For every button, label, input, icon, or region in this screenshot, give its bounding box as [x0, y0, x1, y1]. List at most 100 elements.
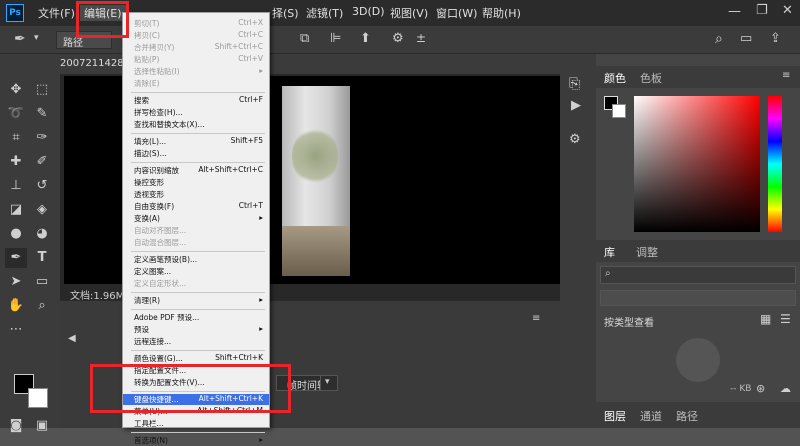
healing-brush-tool-icon[interactable]: ✚	[5, 152, 27, 172]
pen-tool-button[interactable]: ✒	[5, 248, 27, 268]
edit-menu-item[interactable]: 透视变形	[123, 189, 269, 200]
path-select-tool-icon[interactable]: ➤	[5, 272, 27, 292]
tab-adjustments[interactable]: 调整	[636, 244, 658, 260]
play-icon[interactable]: ◀	[68, 333, 76, 344]
chevron-down-icon[interactable]: ▾	[34, 33, 39, 43]
menu-select[interactable]: 择(S)	[272, 5, 299, 21]
library-select[interactable]	[600, 290, 796, 306]
marquee-tool-icon[interactable]: ⬚	[31, 80, 53, 100]
edit-menu-item[interactable]: 操控变形	[123, 177, 269, 188]
eyedropper-tool-icon[interactable]: ✑	[31, 128, 53, 148]
edit-menu-item[interactable]: Adobe PDF 预设...	[123, 312, 269, 323]
history-brush-tool-icon[interactable]: ↺	[31, 176, 53, 196]
workspace-icon[interactable]: ▭	[740, 31, 752, 46]
edit-menu-item[interactable]: 远程连接...	[123, 336, 269, 347]
edit-menu-item[interactable]: 选择性粘贴(I) ▸	[123, 66, 269, 77]
menu-file[interactable]: 文件(F)	[38, 5, 75, 21]
menu-filter[interactable]: 滤镜(T)	[306, 5, 343, 21]
lasso-tool-icon[interactable]: ➰	[5, 104, 27, 124]
minimize-icon[interactable]: —	[728, 4, 741, 19]
brush-tool-icon[interactable]: ✐	[31, 152, 53, 172]
actions-play-icon[interactable]: ▶	[571, 98, 581, 113]
gear-icon[interactable]: ⚙	[392, 31, 404, 46]
properties-icon[interactable]: ⚙	[569, 132, 581, 147]
menu-help[interactable]: 帮助(H)	[482, 5, 521, 21]
edit-menu-item[interactable]: 自动混合图层...	[123, 237, 269, 248]
tab-layers[interactable]: 图层	[604, 408, 626, 424]
edit-menu-item[interactable]: 清除(E)	[123, 78, 269, 89]
edit-menu-item[interactable]: 自由变换(F) Ctrl+T	[123, 201, 269, 212]
background-color-swatch[interactable]	[28, 388, 48, 408]
panel-menu-icon[interactable]: ≡	[532, 313, 540, 324]
edit-menu-item[interactable]: 自动对齐图层...	[123, 225, 269, 236]
menu-separator	[131, 133, 265, 134]
menu-window[interactable]: 窗口(W)	[436, 5, 477, 21]
edit-menu-item[interactable]: 内容识别缩放 Alt+Shift+Ctrl+C	[123, 165, 269, 176]
paint-bucket-tool-icon[interactable]: ◈	[31, 200, 53, 220]
edit-menu-item[interactable]: 剪切(T) Ctrl+X	[123, 18, 269, 29]
edit-menu-item[interactable]: 工具栏...	[123, 418, 269, 429]
panel-menu-icon[interactable]: ≡	[782, 70, 790, 81]
grid-view-icon[interactable]: ▦	[760, 312, 771, 326]
tab-paths[interactable]: 路径	[676, 408, 698, 424]
type-tool-icon[interactable]: T	[31, 248, 53, 268]
quick-select-tool-icon[interactable]: ✎	[31, 104, 53, 124]
share-icon[interactable]: ⇪	[770, 31, 781, 46]
menu-3d[interactable]: 3D(D)	[352, 5, 385, 18]
edit-menu-item[interactable]: 清理(R) ▸	[123, 295, 269, 306]
tab-channels[interactable]: 通道	[640, 408, 662, 424]
edit-menu-item[interactable]: 预设 ▸	[123, 324, 269, 335]
edit-menu-item-label: 搜索	[134, 96, 149, 105]
list-view-icon[interactable]: ☰	[780, 312, 791, 326]
quick-mask-icon[interactable]: ◙	[5, 416, 27, 436]
crop-tool-icon[interactable]: ⌗	[5, 128, 27, 148]
edit-menu-item[interactable]: 拼写检查(H)...	[123, 107, 269, 118]
screen-mode-icon[interactable]: ▣	[31, 416, 53, 436]
hue-slider[interactable]	[768, 96, 782, 232]
history-icon[interactable]: ⎘	[569, 76, 580, 92]
edit-menu-item[interactable]: 定义自定形状...	[123, 278, 269, 289]
edit-menu-item[interactable]: 首选项(N) ▸	[123, 435, 269, 446]
cloud-icon[interactable]: ☁	[780, 382, 791, 395]
library-view-label[interactable]: 按类型查看	[604, 314, 654, 329]
edit-menu-item[interactable]: 合并拷贝(Y) Shift+Ctrl+C	[123, 42, 269, 53]
color-field[interactable]	[634, 96, 760, 232]
edit-menu-item[interactable]: 填充(L)... Shift+F5	[123, 136, 269, 147]
edit-menu-item[interactable]: 描边(S)...	[123, 148, 269, 159]
eraser-tool-icon[interactable]: ◪	[5, 200, 27, 220]
hand-tool-icon[interactable]: ✋	[5, 296, 27, 316]
maximize-icon[interactable]: ❐	[756, 3, 768, 18]
path-align-icon[interactable]: ⊫	[330, 31, 341, 46]
close-icon[interactable]: ✕	[782, 3, 793, 18]
library-search-input[interactable]: ⌕	[600, 266, 796, 284]
edit-menu-item[interactable]: 定义图案...	[123, 266, 269, 277]
tab-libraries[interactable]: 库	[604, 244, 615, 260]
edit-menu-item-label: 自由变换(F)	[134, 202, 175, 211]
tab-color[interactable]: 颜色	[604, 70, 626, 86]
auto-add-delete-icon[interactable]: ±	[416, 31, 426, 45]
edit-menu-item[interactable]: 拷贝(C) Ctrl+C	[123, 30, 269, 41]
blur-tool-icon[interactable]: ●	[5, 224, 27, 244]
edit-menu-item[interactable]: 粘贴(P) Ctrl+V	[123, 54, 269, 65]
path-arrange-icon[interactable]: ⬆	[360, 31, 371, 46]
menu-view[interactable]: 视图(V)	[390, 5, 428, 21]
edit-menu-item[interactable]: 颜色设置(G)... Shift+Ctrl+K	[123, 353, 269, 364]
submenu-arrow-icon: ▸	[259, 66, 263, 75]
timeline-dropdown[interactable]: ▾	[320, 375, 338, 391]
pen-tool-icon[interactable]: ✒	[14, 31, 26, 47]
edit-menu-item[interactable]: 查找和替换文本(X)...	[123, 119, 269, 130]
color-background-swatch[interactable]	[612, 104, 626, 118]
edit-menu-item[interactable]: 定义画笔预设(B)...	[123, 254, 269, 265]
cc-sync-icon[interactable]: ⊛	[756, 382, 765, 395]
search-icon[interactable]: ⌕	[715, 31, 723, 47]
dodge-tool-icon[interactable]: ◕	[31, 224, 53, 244]
more-tools-icon[interactable]: ⋯	[5, 320, 27, 340]
path-ops-icon[interactable]: ⧉	[300, 31, 309, 46]
clone-stamp-tool-icon[interactable]: ⊥	[5, 176, 27, 196]
edit-menu-item[interactable]: 搜索 Ctrl+F	[123, 95, 269, 106]
edit-menu-item[interactable]: 变换(A) ▸	[123, 213, 269, 224]
zoom-tool-icon[interactable]: ⌕	[31, 296, 53, 316]
rectangle-tool-icon[interactable]: ▭	[31, 272, 53, 292]
tab-swatches[interactable]: 色板	[640, 70, 662, 86]
move-tool-icon[interactable]: ✥	[5, 80, 27, 100]
